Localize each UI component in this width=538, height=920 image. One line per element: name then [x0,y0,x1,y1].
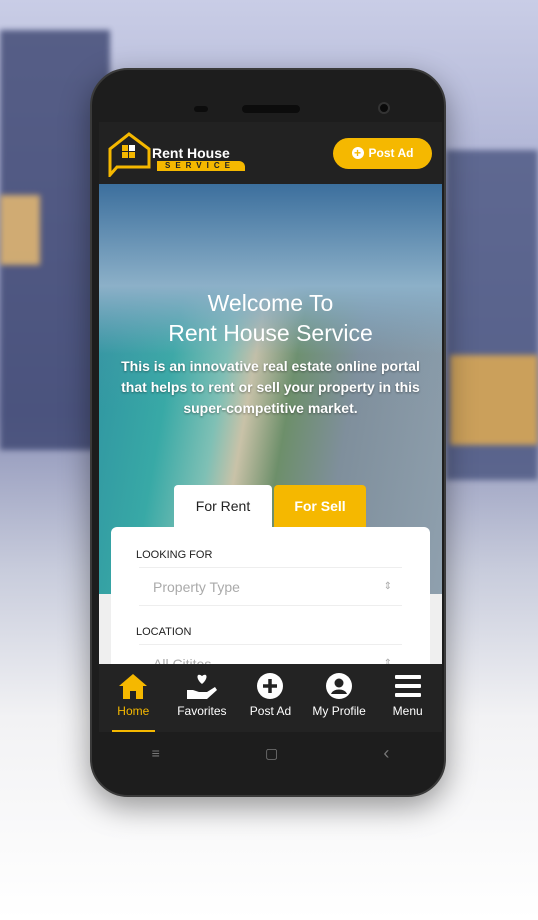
nav-favorites[interactable]: Favorites [168,664,237,732]
menu-icon [394,675,421,697]
post-ad-button[interactable]: + Post Ad [333,137,432,169]
location-label: LOCATION [136,626,192,638]
phone-frame: Rent House SERVICE + Post Ad Welcome To R… [90,68,446,797]
plus-circle-icon [257,673,284,699]
brand-tagline: SERVICE [157,161,245,171]
tab-for-rent[interactable]: For Rent [174,485,272,527]
plus-circle-icon: + [351,147,364,159]
speaker [242,105,300,113]
recents-button[interactable]: ≡ [152,745,160,761]
nav-post-ad[interactable]: Post Ad [236,664,305,732]
chevron-updown-icon: ⇕ [383,581,392,592]
home-icon [119,674,148,699]
looking-for-label: LOOKING FOR [136,549,213,561]
hero-section: Welcome To Rent House Service This is an … [99,184,442,732]
home-button[interactable]: ▢ [265,745,278,762]
house-logo-icon [108,132,151,177]
app-screen: Rent House SERVICE + Post Ad Welcome To R… [99,122,442,732]
sensor [194,106,208,112]
hero-description: This is an innovative real estate online… [121,358,420,416]
hero-title: Welcome To Rent House Service [168,290,373,346]
property-type-select[interactable]: Property Type ⇕ [139,567,402,606]
logo[interactable]: Rent House SERVICE [107,131,245,177]
nav-home[interactable]: Home [99,664,168,732]
front-camera [378,102,390,114]
tab-for-sell[interactable]: For Sell [274,485,366,527]
back-button[interactable]: ‹ [383,743,389,764]
heart-hand-icon [186,674,217,699]
nav-my-profile[interactable]: My Profile [305,664,374,732]
system-nav-bar: ≡ ▢ ‹ [99,732,442,774]
app-header: Rent House SERVICE + Post Ad [99,122,442,184]
user-circle-icon [326,673,353,699]
background-window [0,195,40,265]
bottom-nav: Home Favorites Post Ad My Profile Menu [99,664,442,732]
nav-menu[interactable]: Menu [373,664,442,732]
search-tabs: For Rent For Sell [174,485,366,527]
brand-name: Rent House [152,145,230,161]
background-window-right [450,355,538,445]
post-ad-label: Post Ad [368,146,414,160]
